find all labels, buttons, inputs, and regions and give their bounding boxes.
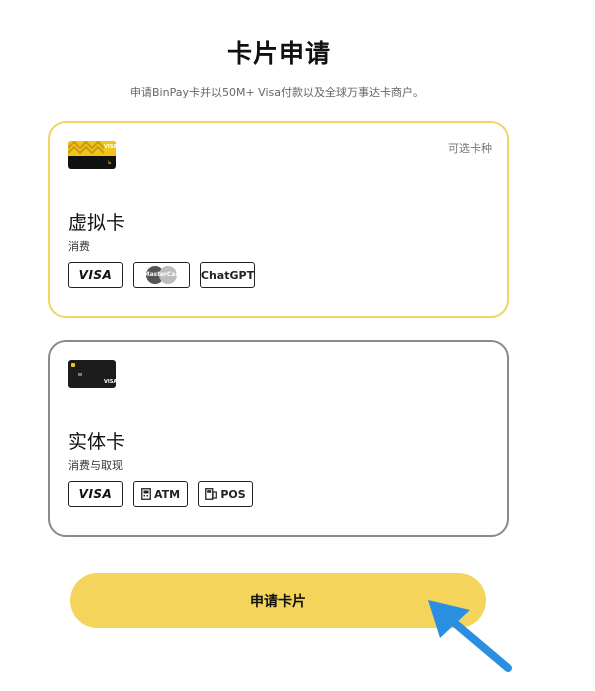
physical-card-title: 实体卡 — [68, 431, 126, 453]
virtual-card-description: 消费 — [68, 240, 90, 253]
pos-label: POS — [220, 487, 246, 501]
atm-badge: ATM — [133, 481, 188, 507]
atm-icon — [141, 488, 151, 500]
visa-badge: VISA — [68, 262, 123, 288]
page-subtitle: 申请BinPay卡并以50M+ Visa付款以及全球万事达卡商户。 — [130, 86, 424, 99]
virtual-card-option[interactable]: VISA ь 可选卡种 虚拟卡 消费 VISA MasterCard ChatG… — [48, 121, 509, 318]
virtual-card-badges: VISA MasterCard ChatGPT — [68, 262, 255, 288]
chatgpt-badge: ChatGPT — [200, 262, 255, 288]
visa-logo: VISA — [78, 487, 113, 501]
optional-card-type-tag: 可选卡种 — [448, 142, 492, 155]
physical-card-badges: VISA ATM POS — [68, 481, 253, 507]
physical-card-option[interactable]: VISA 实体卡 消费与取现 VISA ATM POS — [48, 340, 509, 537]
pos-badge: POS — [198, 481, 253, 507]
visa-badge: VISA — [68, 481, 123, 507]
pos-terminal-icon — [205, 488, 218, 500]
visa-logo: VISA — [78, 268, 113, 282]
page-title: 卡片申请 — [226, 39, 331, 68]
chatgpt-label: ChatGPT — [200, 268, 255, 282]
pointer-arrow-icon — [428, 600, 512, 672]
virtual-card-image: VISA ь — [68, 141, 116, 169]
mastercard-logo: MasterCard — [144, 266, 183, 284]
mastercard-badge: MasterCard — [133, 262, 190, 288]
physical-card-image: VISA — [68, 360, 116, 388]
virtual-card-title: 虚拟卡 — [68, 212, 126, 234]
atm-label: ATM — [153, 487, 181, 501]
physical-card-description: 消费与取现 — [68, 459, 123, 472]
